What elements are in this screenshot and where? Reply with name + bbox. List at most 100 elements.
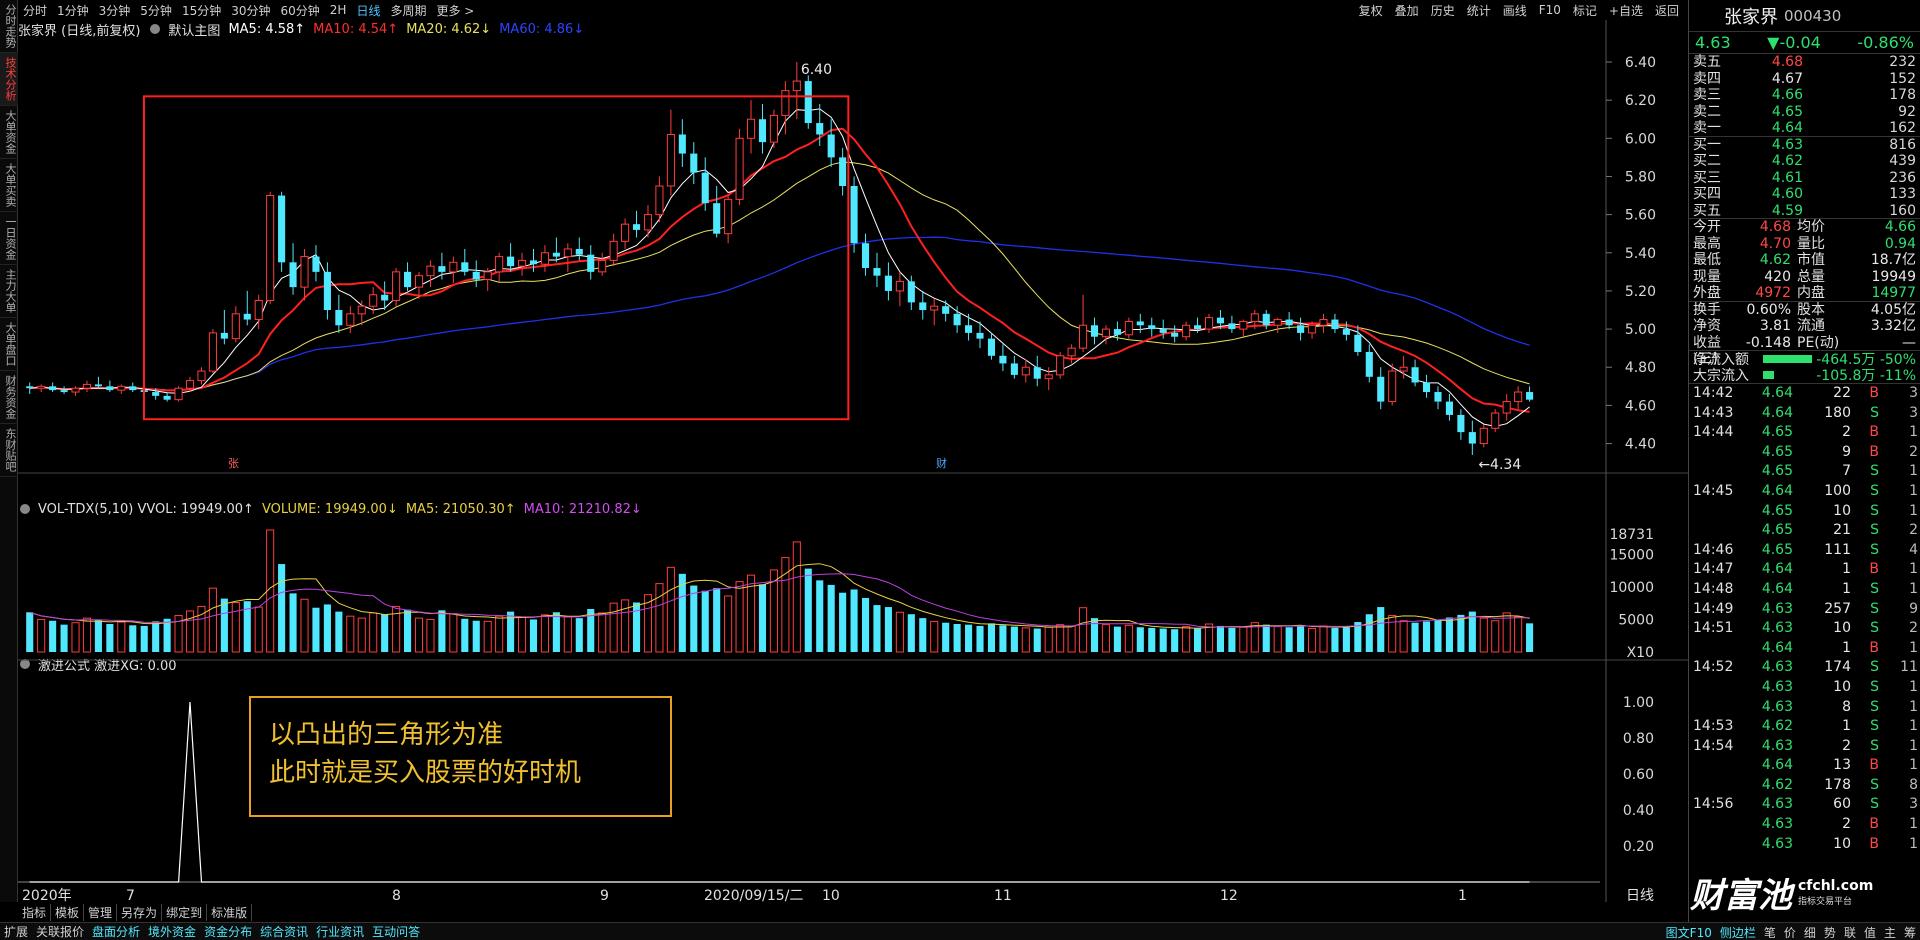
status-tab-3[interactable]: 境外资金 xyxy=(144,923,200,940)
candle-body xyxy=(392,271,401,301)
candle-body xyxy=(106,386,114,391)
left-tab-3[interactable]: 大单买卖 xyxy=(0,159,18,212)
candle-body xyxy=(1388,370,1397,403)
tick-price: 4.64 xyxy=(1761,639,1793,656)
candle-body xyxy=(346,313,355,326)
period-badge[interactable]: 日线 xyxy=(1626,888,1654,902)
volume-bar xyxy=(1194,628,1202,652)
period-5[interactable]: 30分钟 xyxy=(226,2,275,19)
status-tab-5[interactable]: 综合资讯 xyxy=(256,923,312,940)
status-tab-4[interactable]: 资金分布 xyxy=(200,923,256,940)
tool-2[interactable]: 历史 xyxy=(1425,2,1461,19)
tool-1[interactable]: 叠加 xyxy=(1389,2,1425,19)
volume-bar xyxy=(346,615,355,653)
status-tab-1[interactable]: 关联报价 xyxy=(32,923,88,940)
sell-row[interactable]: 卖三 4.66 178 xyxy=(1689,87,1920,104)
volume-bar xyxy=(1182,626,1191,653)
subtab-0[interactable]: 指标 xyxy=(18,904,52,921)
stat-value: 19949 xyxy=(1871,268,1916,285)
period-9[interactable]: 多周期 xyxy=(385,2,431,19)
volume-bar xyxy=(163,618,171,652)
tool-0[interactable]: 复权 xyxy=(1353,2,1389,19)
subtab-1[interactable]: 模板 xyxy=(51,904,85,921)
sell-row[interactable]: 卖五 4.68 232 xyxy=(1689,54,1920,71)
status-right-2[interactable]: 笔 xyxy=(1760,924,1780,940)
tick-time: 14:44 xyxy=(1693,424,1734,441)
tick-side: B xyxy=(1869,424,1879,441)
left-tab-2[interactable]: 大单资金 xyxy=(0,106,18,159)
subtab-2[interactable]: 管理 xyxy=(84,904,118,921)
sell-row[interactable]: 卖一 4.64 162 xyxy=(1689,120,1920,137)
tool-4[interactable]: 画线 xyxy=(1497,2,1533,19)
tool-5[interactable]: F10 xyxy=(1533,3,1567,17)
tick-row: 4.63 8 S 1 xyxy=(1689,698,1920,718)
left-tab-8[interactable]: 东财贴吧 xyxy=(0,424,18,477)
left-tab-5[interactable]: 主力大单 xyxy=(0,265,18,318)
volume-bar xyxy=(312,607,320,652)
subtab-4[interactable]: 绑定到 xyxy=(162,904,208,921)
buy-row[interactable]: 买三 4.61 236 xyxy=(1689,170,1920,187)
status-right-8[interactable]: 主 xyxy=(1880,924,1900,940)
volume-bar xyxy=(438,610,446,652)
sell-row[interactable]: 卖二 4.65 92 xyxy=(1689,104,1920,121)
buy-row[interactable]: 买四 4.60 133 xyxy=(1689,186,1920,203)
buy-row[interactable]: 买五 4.59 160 xyxy=(1689,203,1920,219)
buy-row[interactable]: 买一 4.63 816 xyxy=(1689,137,1920,154)
tick-list[interactable]: 14:42 4.64 22 B 3 14:43 4.64 180 S 3 14:44 4.65 2 B 1 4… xyxy=(1689,384,1920,854)
status-right-5[interactable]: 势 xyxy=(1820,924,1840,940)
candle-body xyxy=(1021,366,1030,376)
candle-body xyxy=(438,266,446,272)
period-10[interactable]: 更多 > xyxy=(431,2,479,19)
status-right-3[interactable]: 价 xyxy=(1780,924,1800,940)
stat-key: 收益(三) xyxy=(1693,334,1721,367)
tick-count: 1 xyxy=(1909,482,1918,499)
volume-bar xyxy=(335,611,343,652)
tool-6[interactable]: 标记 xyxy=(1567,2,1603,19)
indicator-subtabs: 指标 模板 管理 另存为 绑定到 标准版 xyxy=(18,904,253,921)
volume-bar xyxy=(529,619,538,652)
subtab-5[interactable]: 标准版 xyxy=(207,904,253,921)
status-tab-2[interactable]: 盘面分析 xyxy=(88,923,144,940)
period-4[interactable]: 15分钟 xyxy=(177,2,226,19)
candle-body xyxy=(678,134,686,154)
status-right-6[interactable]: 联 xyxy=(1840,924,1860,940)
price-tick-label: 4.80 xyxy=(1625,360,1656,376)
tool-8[interactable]: 返回 xyxy=(1649,2,1685,19)
status-tab-6[interactable]: 行业资讯 xyxy=(312,923,368,940)
period-6[interactable]: 60分钟 xyxy=(276,2,325,19)
sell-row[interactable]: 卖四 4.67 152 xyxy=(1689,71,1920,88)
left-tab-0[interactable]: 分时走势 xyxy=(0,0,18,53)
volume-bar xyxy=(1056,624,1065,653)
period-2[interactable]: 3分钟 xyxy=(94,2,136,19)
status-right-4[interactable]: 细 xyxy=(1800,924,1820,940)
period-7[interactable]: 2H xyxy=(325,3,352,17)
tick-volume: 2 xyxy=(1842,816,1851,833)
volume-bar xyxy=(792,541,801,653)
period-1[interactable]: 1分钟 xyxy=(52,2,94,19)
period-3[interactable]: 5分钟 xyxy=(135,2,177,19)
buy-row[interactable]: 买二 4.62 439 xyxy=(1689,153,1920,170)
status-right-9[interactable]: 筹 xyxy=(1900,924,1920,940)
period-8[interactable]: 日线 xyxy=(351,2,385,19)
candle-body xyxy=(873,268,881,276)
tick-count: 11 xyxy=(1900,659,1918,676)
candle-body xyxy=(174,387,183,401)
period-0[interactable]: 分时 xyxy=(18,2,52,19)
status-right-1[interactable]: 侧边栏 xyxy=(1716,924,1760,940)
left-tab-6[interactable]: 大单盘口 xyxy=(0,318,18,371)
tool-7[interactable]: +自选 xyxy=(1603,2,1649,19)
tool-3[interactable]: 统计 xyxy=(1461,2,1497,19)
price-tick-label: 5.80 xyxy=(1625,169,1656,185)
flow-key: 大宗流入 xyxy=(1693,368,1749,385)
left-tab-1[interactable]: 技术分析 xyxy=(0,53,18,106)
status-right-7[interactable]: 值 xyxy=(1860,924,1880,940)
stat-value: 0.94 xyxy=(1884,235,1916,252)
tick-volume: 2 xyxy=(1842,424,1851,441)
status-right-0[interactable]: 图文F10 xyxy=(1662,924,1716,940)
sell-label: 卖三 xyxy=(1693,87,1721,103)
status-tab-7[interactable]: 互动问答 xyxy=(368,923,424,940)
subtab-3[interactable]: 另存为 xyxy=(117,904,163,921)
left-tab-4[interactable]: 一日资金 xyxy=(0,212,18,265)
left-tab-7[interactable]: 财务资金 xyxy=(0,371,18,424)
status-tab-0[interactable]: 扩展 xyxy=(0,923,32,940)
